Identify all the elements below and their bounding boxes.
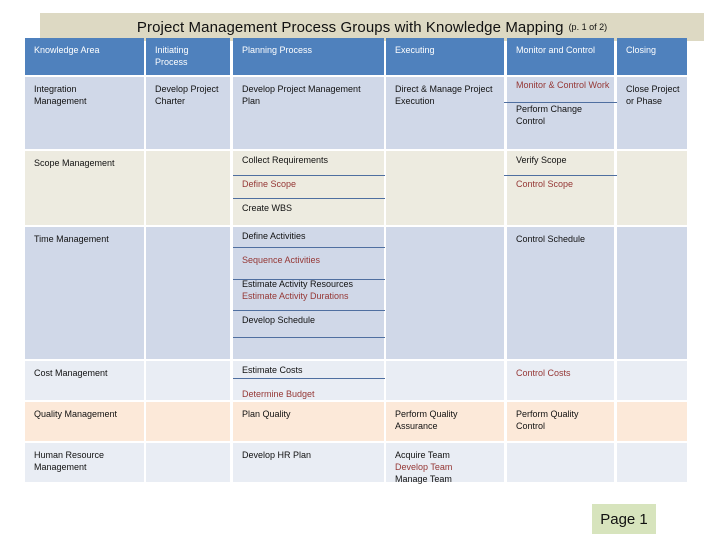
- cost-initiating-cell: [146, 361, 230, 400]
- process-item: Control Costs: [516, 368, 571, 378]
- divider: [233, 378, 385, 379]
- process-item: Develop Project Management Plan: [242, 84, 361, 106]
- process-item: Create WBS: [242, 203, 293, 213]
- knowledge-area-label: Time Management: [34, 234, 109, 244]
- process-item: Plan Quality: [242, 409, 291, 419]
- page-reference: (p. 1 of 2): [568, 22, 608, 32]
- divider: [504, 175, 617, 176]
- header-label: Closing: [626, 45, 657, 55]
- process-item: Close Project or Phase: [626, 84, 680, 106]
- page-number-badge: Page 1: [592, 504, 656, 534]
- quality-closing-cell: [617, 402, 687, 441]
- process-item: Estimate Costs: [242, 365, 303, 375]
- time-closing-cell: [617, 227, 687, 359]
- knowledge-area-label: Cost Management: [34, 368, 108, 378]
- title-banner: Project Management Process Groups with K…: [40, 13, 704, 41]
- process-item: Perform Change Control: [516, 104, 583, 126]
- divider: [233, 337, 385, 338]
- process-item: Define Scope: [242, 179, 297, 189]
- integration-closing-cell: Close Project or Phase: [617, 77, 687, 149]
- hr-initiating-cell: [146, 443, 230, 482]
- header-executing: Executing: [386, 38, 504, 75]
- integration-executing-cell: Direct & Manage Project Execution: [386, 77, 504, 149]
- page-number-label: Page 1: [600, 510, 648, 528]
- header-label: Monitor and Control: [516, 45, 596, 55]
- divider: [233, 198, 385, 199]
- time-monitor-cell: Control Schedule: [507, 227, 614, 359]
- process-item: Control Scope: [516, 179, 574, 189]
- process-item: Acquire Team: [395, 450, 450, 460]
- hr-planning-cell: Develop HR Plan: [233, 443, 384, 482]
- header-label: Executing: [395, 45, 435, 55]
- scope-closing-cell: [617, 151, 687, 225]
- integration-planning-cell: Develop Project Management Plan: [233, 77, 384, 149]
- process-item: Verify Scope: [516, 155, 567, 165]
- integration-initiating-cell: Develop Project Charter: [146, 77, 230, 149]
- process-item: Collect Requirements: [242, 155, 329, 165]
- header-planning: Planning Process: [233, 38, 384, 75]
- hr-monitor-cell: [507, 443, 614, 482]
- process-item: Estimate Activity Resources: [242, 279, 354, 289]
- process-item: Manage Team: [395, 474, 452, 484]
- process-item: Develop Team: [395, 462, 453, 472]
- process-item: Direct & Manage Project Execution: [395, 84, 493, 106]
- cost-closing-cell: [617, 361, 687, 400]
- table-row-cost-area: Cost Management: [25, 361, 144, 400]
- knowledge-area-label: Integration Management: [34, 84, 87, 106]
- process-item: Estimate Activity Durations: [242, 291, 349, 301]
- divider: [233, 310, 385, 311]
- process-item: Perform Quality Control: [516, 409, 579, 431]
- quality-initiating-cell: [146, 402, 230, 441]
- header-knowledge-area: Knowledge Area: [25, 38, 144, 75]
- hr-closing-cell: [617, 443, 687, 482]
- divider: [233, 247, 385, 248]
- quality-monitor-cell: Perform Quality Control: [507, 402, 614, 441]
- knowledge-area-label: Human Resource Management: [34, 450, 105, 472]
- knowledge-area-label: Quality Management: [34, 409, 118, 419]
- quality-planning-cell: Plan Quality: [233, 402, 384, 441]
- quality-executing-cell: Perform Quality Assurance: [386, 402, 504, 441]
- process-item: Develop Schedule: [242, 315, 316, 325]
- process-item: Develop Project Charter: [155, 84, 219, 106]
- table-row-time-area: Time Management: [25, 227, 144, 359]
- process-item: Define Activities: [242, 231, 306, 241]
- header-monitor-control: Monitor and Control: [507, 38, 614, 75]
- scope-initiating-cell: [146, 151, 230, 225]
- process-item: Determine Budget: [242, 389, 315, 399]
- time-initiating-cell: [146, 227, 230, 359]
- header-label: Planning Process: [242, 45, 313, 55]
- process-item: Sequence Activities: [242, 255, 321, 265]
- knowledge-area-label: Scope Management: [34, 158, 115, 168]
- table-row-quality-area: Quality Management: [25, 402, 144, 441]
- table-row-scope-area: Scope Management: [25, 151, 144, 225]
- table-row-hr-area: Human Resource Management: [25, 443, 144, 482]
- table-row-integration-area: Integration Management: [25, 77, 144, 149]
- cost-monitor-cell: Control Costs: [507, 361, 614, 400]
- page-title: Project Management Process Groups with K…: [136, 18, 564, 36]
- process-item: Perform Quality Assurance: [395, 409, 458, 431]
- header-label: Initiating Process: [155, 45, 189, 67]
- hr-executing-cell: Acquire Team Develop Team Manage Team: [386, 443, 504, 484]
- process-item: Control Schedule: [516, 234, 586, 244]
- time-executing-cell: [386, 227, 504, 359]
- divider: [233, 175, 385, 176]
- process-item: Monitor & Control Work: [516, 80, 610, 90]
- header-label: Knowledge Area: [34, 45, 100, 55]
- header-closing: Closing: [617, 38, 687, 75]
- header-initiating: Initiating Process: [146, 38, 230, 75]
- cost-executing-cell: [386, 361, 504, 400]
- process-item: Develop HR Plan: [242, 450, 312, 460]
- scope-executing-cell: [386, 151, 504, 225]
